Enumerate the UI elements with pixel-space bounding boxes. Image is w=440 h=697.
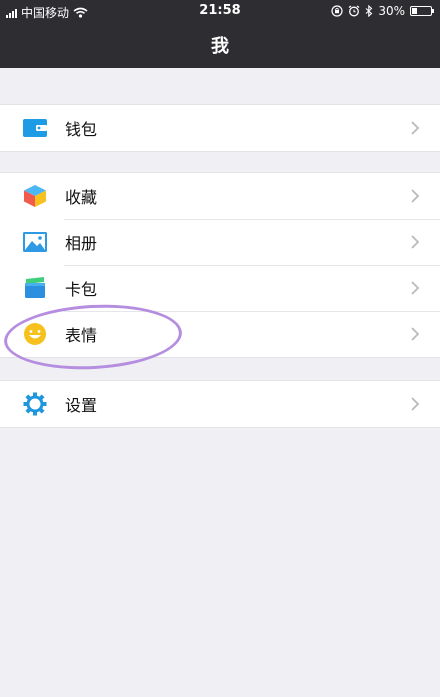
wallet-group: 钱包: [0, 104, 440, 152]
album-picture-icon: [23, 232, 47, 252]
chevron-right-icon: [411, 281, 420, 295]
chevron-right-icon: [411, 121, 420, 135]
menu-item-label: 相册: [65, 234, 98, 253]
menu-item-favorites[interactable]: 收藏: [0, 173, 440, 219]
menu-item-card-pack[interactable]: 卡包: [0, 265, 440, 311]
orientation-lock-icon: [331, 5, 343, 17]
menu-item-label: 收藏: [65, 188, 98, 207]
settings-group: 设置: [0, 380, 440, 428]
menu-item-settings[interactable]: 设置: [0, 381, 440, 427]
card-pack-icon: [25, 277, 45, 298]
status-bar: 中国移动 21:58 30%: [0, 0, 440, 22]
app-header: 中国移动 21:58 30% 我: [0, 0, 440, 68]
page-title: 我: [211, 36, 229, 57]
battery-fill: [412, 8, 418, 14]
bluetooth-icon: [365, 5, 373, 17]
settings-gear-icon: [23, 392, 47, 416]
alarm-icon: [348, 5, 360, 17]
chevron-right-icon: [411, 189, 420, 203]
menu-item-wallet[interactable]: 钱包: [0, 105, 440, 151]
chevron-right-icon: [411, 397, 420, 411]
favorites-cube-icon: [24, 185, 46, 207]
menu-item-label: 钱包: [65, 120, 98, 139]
battery-icon: [410, 6, 434, 16]
menu-item-album[interactable]: 相册: [0, 219, 440, 265]
battery-percent: 30%: [378, 4, 405, 18]
wallet-icon: [23, 119, 47, 137]
menu-item-label: 卡包: [65, 280, 98, 299]
chevron-right-icon: [411, 327, 420, 341]
menu-item-label: 设置: [65, 396, 98, 415]
chevron-right-icon: [411, 235, 420, 249]
